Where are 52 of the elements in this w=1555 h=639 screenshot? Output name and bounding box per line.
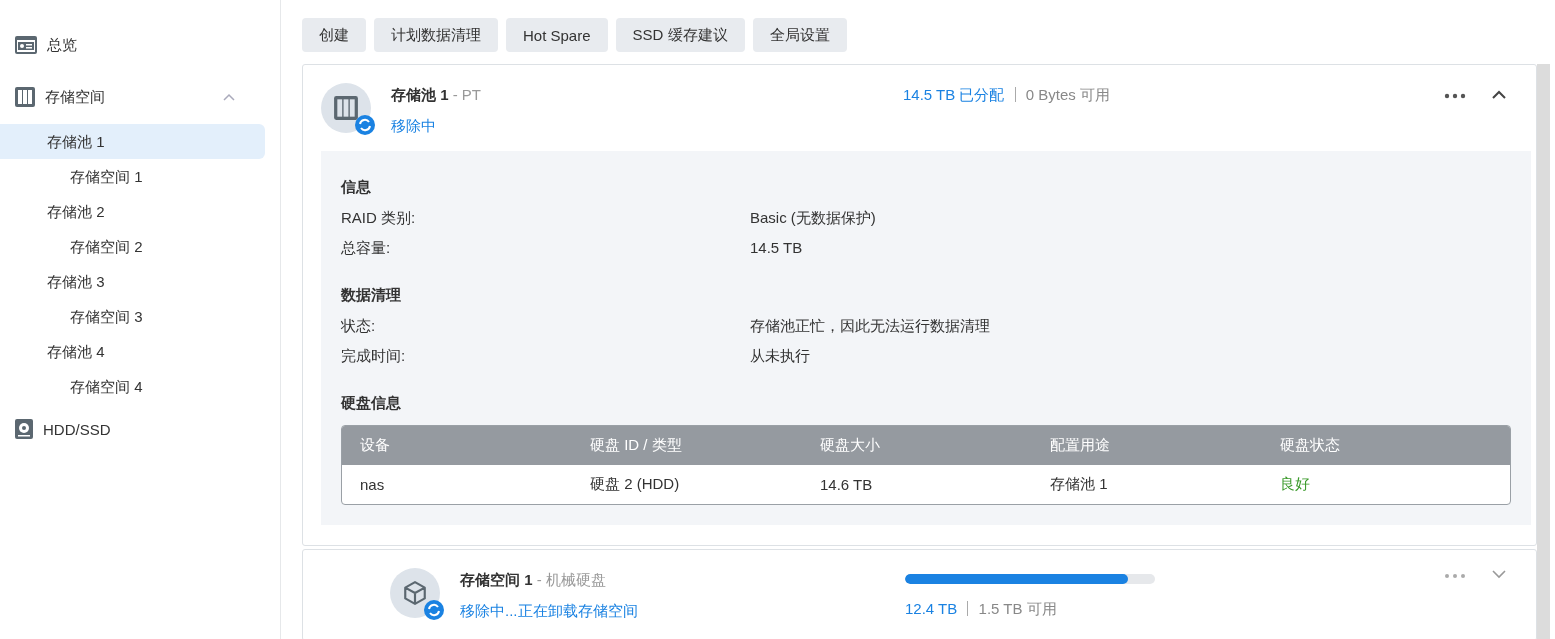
column-header: 硬盘状态	[1280, 436, 1341, 455]
used-text: 12.4 TB	[905, 600, 958, 617]
chevron-icon[interactable]	[223, 93, 235, 101]
column-header: 配置用途	[1050, 436, 1111, 455]
table-cell-text: 硬盘 2 (HDD)	[590, 475, 681, 494]
table-cell-text: nas	[360, 476, 386, 493]
sidebar-item[interactable]: 存储空间 2	[0, 229, 265, 264]
overview-icon	[15, 36, 37, 54]
column-header: 硬盘 ID / 类型	[590, 436, 683, 455]
field-label: RAID 类别:	[341, 208, 417, 228]
pool-status: 移除中	[391, 117, 437, 136]
sidebar-item[interactable]: 存储池 3	[0, 264, 265, 299]
section-title: 信息	[341, 177, 372, 197]
scrollbar[interactable]	[1537, 64, 1550, 639]
sidebar-item[interactable]: HDD/SSD	[0, 412, 265, 446]
sidebar-item[interactable]: 存储池 1	[0, 124, 265, 159]
section-title: 硬盘信息	[341, 393, 402, 413]
more-icon[interactable]	[1444, 93, 1466, 99]
sidebar-item[interactable]: 存储空间 4	[0, 369, 265, 404]
section-title: 数据清理	[341, 285, 402, 305]
field-value: 存储池正忙，因此无法运行数据清理	[750, 316, 990, 336]
toolbar-button[interactable]: Hot Spare	[506, 18, 608, 52]
toolbar-button[interactable]: 全局设置	[752, 18, 847, 52]
sidebar-item[interactable]: 存储池 2	[0, 194, 265, 229]
expand-icon[interactable]	[1492, 570, 1506, 579]
table-cell-text: 14.6 TB	[820, 476, 874, 493]
sidebar-item[interactable]: 存储空间 1	[0, 159, 265, 194]
sidebar-item[interactable]: 存储空间 3	[0, 299, 265, 334]
table-cell-text: 存储池 1	[1050, 475, 1109, 494]
available-text: 1.5 TB 可用	[978, 600, 1057, 617]
field-label: 总容量:	[341, 238, 392, 258]
collapse-icon[interactable]	[1492, 90, 1506, 99]
field-label: 完成时间:	[341, 346, 407, 366]
field-value: 从未执行	[750, 346, 810, 366]
field-value: Basic (无数据保护)	[750, 208, 876, 228]
sidebar-item[interactable]: 存储池 4	[0, 334, 265, 369]
column-header: 设备	[360, 436, 391, 455]
volume-status: 移除中...正在卸载存储空间	[460, 602, 639, 621]
toolbar-button[interactable]: 创建	[302, 18, 366, 52]
storage-icon	[15, 87, 35, 107]
toolbar-button[interactable]: 计划数据清理	[374, 18, 498, 52]
pool-title: 存储池 1 - PT	[391, 86, 483, 105]
field-value: 14.5 TB	[750, 238, 803, 258]
field-label: 状态:	[341, 316, 377, 336]
table-cell-text: 良好	[1280, 475, 1311, 494]
available-text: 0 Bytes 可用	[1025, 86, 1110, 103]
toolbar-button[interactable]: SSD 缓存建议	[615, 18, 745, 52]
column-header: 硬盘大小	[820, 436, 881, 455]
volume-title: 存储空间 1 - 机械硬盘	[460, 571, 607, 590]
allocated-text: 14.5 TB 已分配	[903, 86, 1005, 103]
sidebar-item[interactable]: 存储空间	[0, 80, 265, 114]
sidebar-item[interactable]: 总览	[0, 28, 265, 62]
